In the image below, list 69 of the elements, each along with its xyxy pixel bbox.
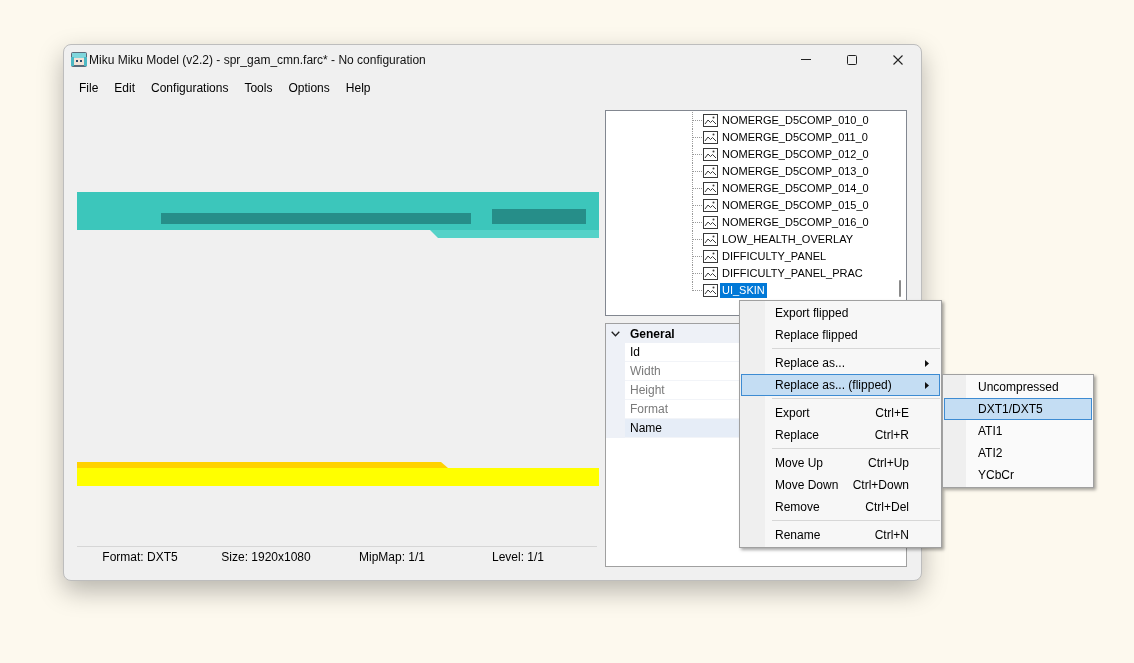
menu-bar-item[interactable]: Help [337,81,379,95]
tree-item[interactable]: NOMERGE_D5COMP_010_0 [720,113,871,128]
submenu-item[interactable]: YCbCr [944,464,1092,486]
menu-item[interactable]: Move Up Ctrl+Up [741,452,940,474]
tree-guide-line [692,214,703,231]
tree-guide-line [692,231,703,248]
tree-item[interactable]: NOMERGE_D5COMP_015_0 [720,198,871,213]
tree-item[interactable]: NOMERGE_D5COMP_011_0 [720,130,870,145]
tree-guide-line [692,146,703,163]
image-icon [703,114,718,127]
menu-bar-item[interactable]: Edit [106,81,144,95]
category-label: General [629,326,675,341]
tree-guide-line [692,197,703,214]
image-icon [703,233,718,246]
tree-guide-line [692,248,703,265]
tree-item[interactable]: NOMERGE_D5COMP_013_0 [720,164,871,179]
menu-item[interactable]: Export flipped [741,302,940,324]
image-icon [703,131,718,144]
chevron-down-icon[interactable] [611,330,620,337]
menu-item[interactable]: Replace as... [741,352,940,374]
property-label[interactable]: Format [625,400,740,419]
tree-item[interactable]: DIFFICULTY_PANEL_PRAC [720,266,865,281]
menu-item[interactable]: Replace flipped [741,324,940,346]
menu-item[interactable]: Export Ctrl+E [741,402,940,424]
maximize-icon [847,54,857,65]
submenu-item[interactable]: ATI1 [944,420,1092,442]
tree-item[interactable]: NOMERGE_D5COMP_012_0 [720,147,871,162]
menu-item[interactable]: Move Down Ctrl+Down [741,474,940,496]
tree-guide-line [692,163,703,180]
submenu-item[interactable]: DXT1/DXT5 [944,398,1092,420]
menu-bar-item[interactable]: File [71,81,107,95]
property-label[interactable]: Width [625,362,740,381]
tree-guide-line [692,112,703,129]
minimize-icon [801,59,811,60]
image-icon [703,216,718,229]
tree-item[interactable]: NOMERGE_D5COMP_014_0 [720,181,871,196]
tree-item[interactable]: UI_SKIN [720,283,767,298]
image-icon [703,284,718,297]
image-icon [703,250,718,263]
submenu-item[interactable]: Uncompressed [944,376,1092,398]
tree-item[interactable]: NOMERGE_D5COMP_016_0 [720,215,871,230]
status-text: MipMap: 1/1 [359,550,425,564]
submenu-item[interactable]: ATI2 [944,442,1092,464]
close-icon [893,54,903,65]
status-text: Format: DXT5 [102,550,178,564]
tree-item[interactable]: DIFFICULTY_PANEL [720,249,829,264]
menu-bar-item[interactable]: Configurations [143,81,237,95]
menu-bar-item[interactable]: Tools [236,81,281,95]
image-icon [703,267,718,280]
menu-item[interactable]: Remove Ctrl+Del [741,496,940,518]
menu-item[interactable]: Replace as... (flipped) [741,374,940,396]
window-title: Miku Miku Model (v2.2) - spr_gam_cmn.farc* - No configuration [89,52,426,67]
tree-guide-line [692,180,703,197]
property-label[interactable]: Height [625,381,740,400]
menu-item[interactable]: Rename Ctrl+N [741,524,940,546]
image-icon [703,148,718,161]
image-icon [703,165,718,178]
tree-guide-line [692,129,703,146]
image-icon [703,199,718,212]
property-label[interactable]: Id [625,343,740,362]
property-label[interactable]: Name [625,419,740,438]
image-icon [703,182,718,195]
status-text: Level: 1/1 [491,550,544,564]
scrollbar-thumb[interactable] [899,280,901,297]
app-icon [71,52,87,67]
tree-item[interactable]: LOW_HEALTH_OVERLAY [720,232,856,247]
menu-item[interactable]: Replace Ctrl+R [741,424,940,446]
menu-bar-item[interactable]: Options [280,81,338,95]
status-text: Size: 1920x1080 [221,550,311,564]
